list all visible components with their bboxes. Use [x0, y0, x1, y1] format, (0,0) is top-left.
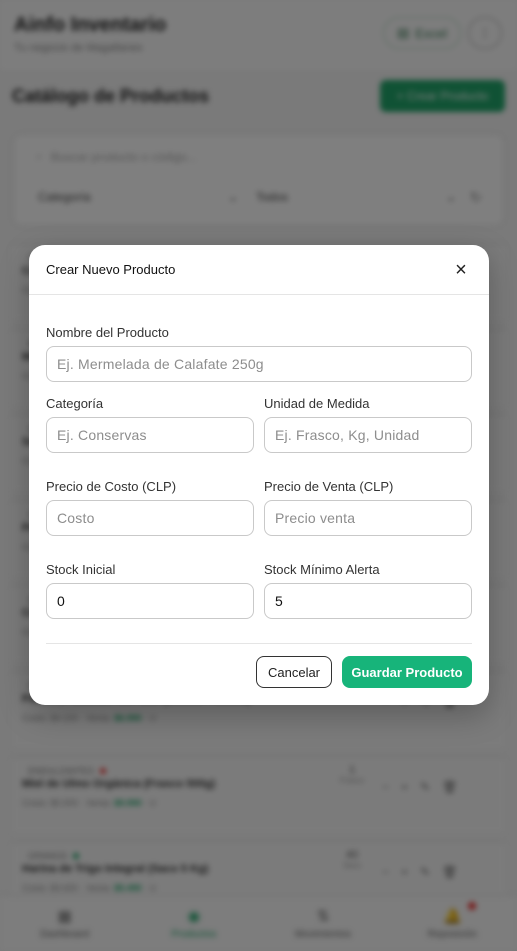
modal-header: Crear Nuevo Producto ×	[29, 245, 489, 295]
sale-price-input[interactable]	[264, 500, 472, 536]
close-icon[interactable]: ×	[450, 259, 472, 281]
min-stock-field: Stock Mínimo Alerta	[264, 562, 472, 619]
initial-stock-field: Stock Inicial	[46, 562, 254, 619]
product-name-label: Nombre del Producto	[46, 325, 169, 340]
modal-title: Crear Nuevo Producto	[46, 262, 176, 277]
category-field: Categoría	[46, 396, 254, 453]
initial-stock-label: Stock Inicial	[46, 562, 116, 577]
sale-price-label: Precio de Venta (CLP)	[264, 479, 394, 494]
cancel-button[interactable]: Cancelar	[256, 656, 332, 688]
min-stock-label: Stock Mínimo Alerta	[264, 562, 380, 577]
category-label: Categoría	[46, 396, 104, 411]
cost-price-field: Precio de Costo (CLP)	[46, 479, 254, 536]
cost-price-label: Precio de Costo (CLP)	[46, 479, 177, 494]
unit-label: Unidad de Medida	[264, 396, 370, 411]
footer-divider	[46, 643, 472, 644]
category-input[interactable]	[46, 417, 254, 453]
unit-field: Unidad de Medida	[264, 396, 472, 453]
create-product-modal: Crear Nuevo Producto × Nombre del Produc…	[29, 245, 489, 705]
unit-input[interactable]	[264, 417, 472, 453]
min-stock-input[interactable]	[264, 583, 472, 619]
initial-stock-input[interactable]	[46, 583, 254, 619]
sale-price-field: Precio de Venta (CLP)	[264, 479, 472, 536]
product-name-input[interactable]	[46, 346, 472, 382]
cost-price-input[interactable]	[46, 500, 254, 536]
save-product-button[interactable]: Guardar Producto	[342, 656, 472, 688]
product-name-field: Nombre del Producto	[46, 325, 472, 382]
